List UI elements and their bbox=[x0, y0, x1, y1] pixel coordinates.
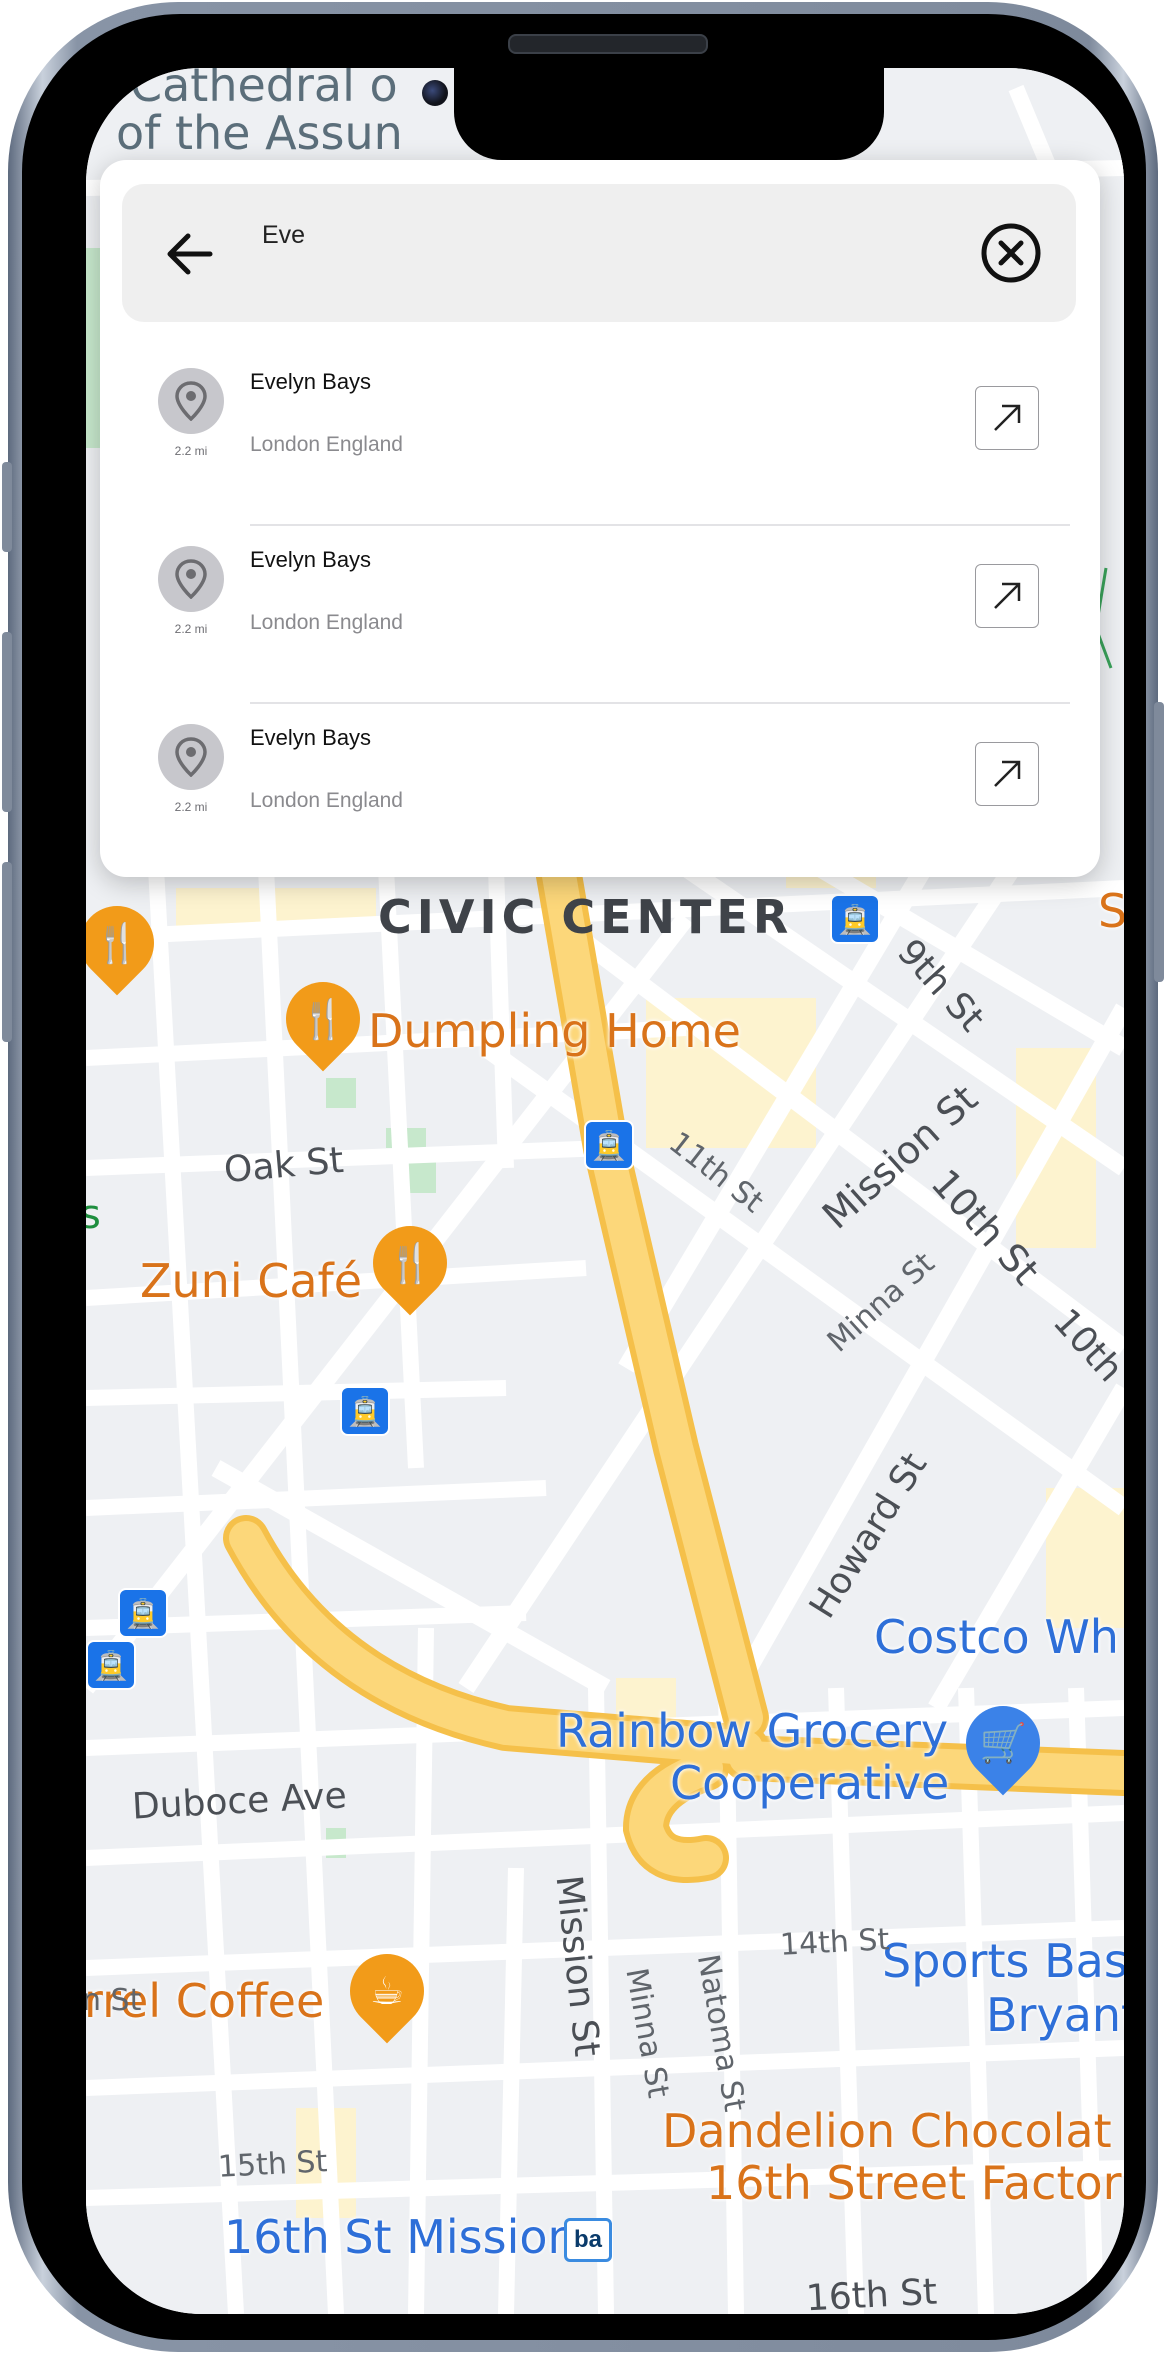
location-pin-icon bbox=[158, 546, 224, 612]
tram-icon[interactable]: 🚊 bbox=[584, 1120, 634, 1170]
arrow-left-icon bbox=[167, 233, 213, 275]
map-label-cathedral-1: Cathedral o bbox=[130, 68, 398, 112]
map-label-cathedral-2: of the Assun bbox=[116, 106, 403, 160]
arrow-up-right-icon bbox=[994, 760, 1021, 787]
result-title: Evelyn Bays bbox=[250, 547, 372, 572]
dumpling-home-label[interactable]: Dumpling Home bbox=[368, 1008, 741, 1054]
location-pin-icon bbox=[158, 724, 224, 790]
result-subtitle: London England bbox=[250, 789, 403, 812]
costco-label[interactable]: Costco Wh bbox=[874, 1614, 1119, 1660]
arrow-up-right-icon bbox=[994, 404, 1021, 431]
close-circle-icon bbox=[981, 223, 1041, 283]
open-result-button[interactable] bbox=[975, 564, 1039, 628]
result-distance: 2.2 mi bbox=[174, 622, 208, 636]
search-result-item[interactable]: 2.2 mi Evelyn Bays London England bbox=[100, 698, 1100, 876]
fork-knife-icon: 🍴 bbox=[299, 996, 347, 1041]
dandelion-label-2[interactable]: 16th Street Factor bbox=[706, 2160, 1122, 2206]
result-distance: 2.2 mi bbox=[174, 444, 208, 458]
result-distance: 2.2 mi bbox=[174, 800, 208, 814]
mute-switch bbox=[2, 462, 12, 552]
open-result-button[interactable] bbox=[975, 742, 1039, 806]
volume-up-button bbox=[2, 632, 12, 812]
clear-search-button[interactable] bbox=[980, 222, 1042, 284]
bart-icon[interactable]: ba bbox=[564, 2218, 612, 2262]
16th-st-mission-label[interactable]: 16th St Mission bbox=[224, 2214, 577, 2260]
location-pin-icon bbox=[158, 368, 224, 434]
tram-icon[interactable]: 🚊 bbox=[830, 894, 880, 944]
search-result-item[interactable]: 2.2 mi Evelyn Bays London England bbox=[100, 520, 1100, 698]
result-subtitle: London England bbox=[250, 433, 403, 456]
search-result-item[interactable]: 2.2 mi Evelyn Bays London England bbox=[100, 342, 1100, 520]
fork-knife-icon: 🍴 bbox=[386, 1240, 434, 1285]
fork-knife-icon: 🍴 bbox=[93, 920, 141, 965]
earpiece-speaker bbox=[508, 34, 708, 54]
result-title: Evelyn Bays bbox=[250, 725, 372, 750]
road-label-14th-st: 14th St bbox=[779, 1922, 891, 1963]
power-button bbox=[1154, 702, 1164, 982]
road-label-15th-st: 15th St bbox=[217, 2144, 329, 2185]
volume-down-button bbox=[2, 862, 12, 1042]
front-camera bbox=[422, 80, 448, 106]
dynamic-island bbox=[454, 68, 884, 160]
dandelion-label-1[interactable]: Dandelion Chocolat bbox=[662, 2108, 1112, 2154]
search-bar bbox=[122, 184, 1076, 322]
cup-icon: ☕ bbox=[369, 1969, 405, 2014]
search-input[interactable] bbox=[260, 214, 904, 256]
tram-icon[interactable]: 🚊 bbox=[118, 1588, 168, 1638]
tram-icon[interactable]: 🚊 bbox=[86, 1640, 136, 1690]
open-result-button[interactable] bbox=[975, 386, 1039, 450]
road-label-oak-st: Oak St bbox=[222, 1139, 346, 1192]
phone-bezel: Cathedral o of the Assun CIVIC CENTER 🍴 … bbox=[22, 14, 1146, 2340]
result-subtitle: London England bbox=[250, 611, 403, 634]
zuni-cafe-label[interactable]: Zuni Café bbox=[140, 1258, 362, 1304]
road-label-n-st: n St bbox=[86, 1983, 142, 2018]
arrow-up-right-icon bbox=[994, 582, 1021, 609]
tram-icon[interactable]: 🚊 bbox=[340, 1386, 390, 1436]
result-title: Evelyn Bays bbox=[250, 369, 372, 394]
rainbow-grocery-label-2[interactable]: Cooperative bbox=[670, 1760, 949, 1806]
phone-frame: Cathedral o of the Assun CIVIC CENTER 🍴 … bbox=[2, 2, 1164, 2352]
rainbow-grocery-label-1[interactable]: Rainbow Grocery bbox=[556, 1708, 948, 1754]
sports-basement-label-2[interactable]: Bryant bbox=[986, 1992, 1124, 2038]
road-label-s: s bbox=[86, 1192, 101, 1238]
sports-basement-label-1[interactable]: Sports Bas bbox=[882, 1938, 1124, 1984]
map-area-label: CIVIC CENTER bbox=[378, 890, 794, 944]
road-label-16th-st: 16th St bbox=[804, 2271, 939, 2314]
search-card: 2.2 mi Evelyn Bays London England 2.2 mi… bbox=[100, 160, 1100, 877]
edge-label-s: S bbox=[1098, 884, 1124, 938]
back-button[interactable] bbox=[160, 224, 220, 284]
screen: Cathedral o of the Assun CIVIC CENTER 🍴 … bbox=[86, 68, 1124, 2314]
cart-icon: 🛒 bbox=[979, 1720, 1027, 1765]
